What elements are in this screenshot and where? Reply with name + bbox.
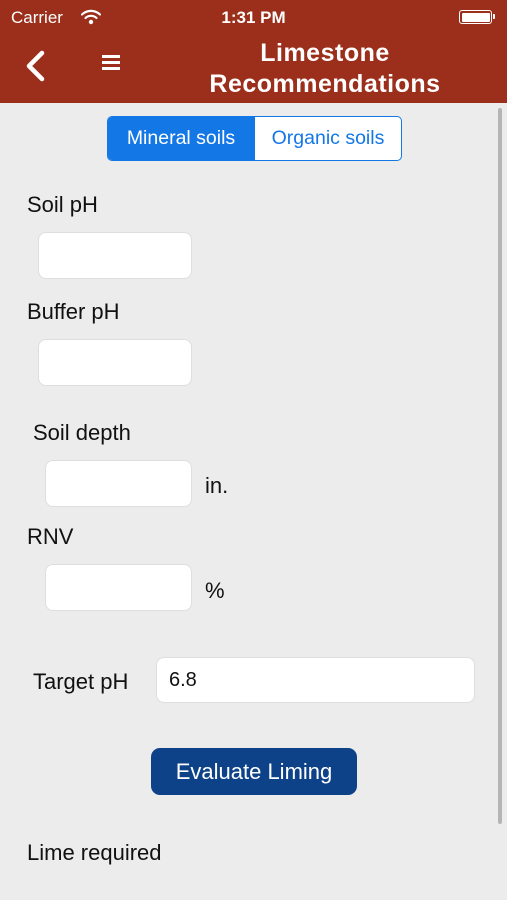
segment-mineral-soils[interactable]: Mineral soils (108, 117, 254, 160)
scrollbar[interactable] (498, 108, 502, 824)
back-button[interactable] (22, 48, 52, 84)
evaluate-liming-button[interactable]: Evaluate Liming (151, 748, 357, 795)
lime-required-label: Lime required (27, 840, 162, 865)
navigation-bar: Carrier 1:31 PM Limestone Recommendation… (0, 0, 507, 103)
buffer-ph-input[interactable] (38, 339, 192, 386)
menu-button[interactable] (102, 55, 122, 77)
hamburger-icon (102, 55, 120, 58)
page-title-line-2: Recommendations (209, 70, 441, 98)
page-title-line-1: Limestone (260, 39, 390, 67)
target-ph-label: Target pH (33, 669, 129, 694)
soil-depth-input[interactable] (45, 460, 192, 507)
target-ph-input[interactable] (156, 657, 475, 703)
chevron-left-icon (26, 50, 45, 82)
page-title: Limestone Recommendations (180, 38, 470, 100)
status-time: 1:31 PM (221, 8, 286, 27)
soil-ph-label: Soil pH (27, 192, 98, 217)
rnv-label: RNV (27, 524, 74, 549)
soil-depth-unit: in. (205, 473, 229, 498)
soil-ph-input[interactable] (38, 232, 192, 279)
soil-depth-label: Soil depth (33, 420, 131, 445)
buffer-ph-label: Buffer pH (27, 299, 120, 324)
soil-type-segmented-control: Mineral soils Organic soils (107, 116, 402, 161)
status-bar: Carrier 1:31 PM (0, 0, 507, 36)
battery-icon (459, 10, 495, 24)
rnv-input[interactable] (45, 564, 192, 611)
segment-organic-soils[interactable]: Organic soils (254, 117, 401, 160)
rnv-unit: % (205, 578, 225, 603)
